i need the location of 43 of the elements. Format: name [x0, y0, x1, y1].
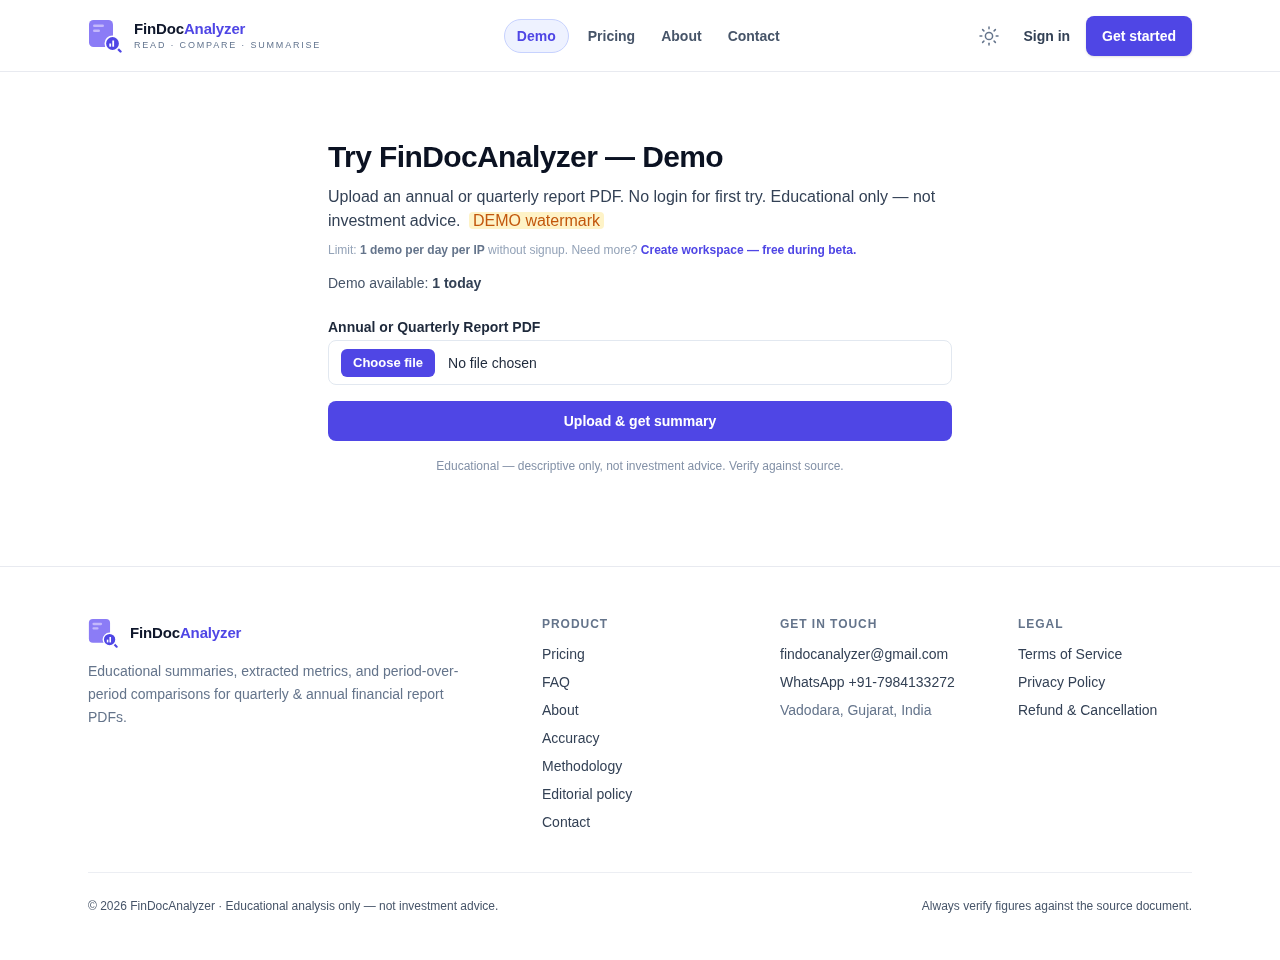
- file-status-text: No file chosen: [448, 353, 537, 373]
- brand-tagline: READ · COMPARE · SUMMARISE: [134, 39, 322, 51]
- footer-heading: PRODUCT: [542, 616, 610, 632]
- footer-description: Educational summaries, extracted metrics, and period-over-period comparisons for quarterly & annual financial report PDFs.: [88, 662, 460, 727]
- footer-address-text: Vadodara, Gujarat, India: [780, 702, 932, 718]
- nav-link[interactable]: Contact: [714, 18, 793, 53]
- disclaimer-note: Educational — descriptive only, not investment advice. Verify against source.: [436, 458, 844, 474]
- intro-paragraph: Upload an annual or quarterly report PDF. No login for first try. Educational only — not investment advice. DEMO watermark: [328, 187, 937, 231]
- logo-icon: [88, 18, 122, 53]
- footer-heading: LEGAL: [1018, 616, 1065, 632]
- sun-icon: [979, 25, 1000, 46]
- sign-in-link[interactable]: Sign in: [1019, 25, 1075, 46]
- copyright-text: © 2026 FinDocAnalyzer · Educational analysis only — not investment advice.: [88, 898, 499, 914]
- limit-note: Limit: 1 demo per day per IP without signup. Need more? Create workspace — free during beta.: [328, 242, 858, 258]
- choose-file-button[interactable]: Choose file: [341, 348, 436, 377]
- footer-link[interactable]: Privacy Policy: [1018, 674, 1106, 690]
- footer-link[interactable]: Contact: [542, 814, 591, 830]
- footer-link[interactable]: Refund & Cancellation: [1018, 702, 1158, 718]
- logo-icon: [88, 618, 118, 648]
- demo-availability: Demo available: 1 today: [328, 274, 483, 293]
- field-label: Annual or Quarterly Report PDF: [328, 318, 542, 337]
- footer-link[interactable]: Pricing: [542, 646, 585, 662]
- footer-link[interactable]: Accuracy: [542, 730, 600, 746]
- verify-note: Always verify figures against the source document.: [921, 898, 1192, 914]
- get-started-button[interactable]: Get started: [1086, 15, 1192, 56]
- create-workspace-link[interactable]: Create workspace — free during beta.: [640, 243, 857, 257]
- nav-link[interactable]: About: [648, 18, 715, 53]
- demo-badge: DEMO watermark: [468, 212, 605, 229]
- footer-heading: GET IN TOUCH: [780, 616, 879, 632]
- footer-link[interactable]: Editorial policy: [542, 786, 633, 802]
- nav-link[interactable]: Demo: [503, 18, 569, 53]
- nav-link[interactable]: Pricing: [574, 18, 649, 53]
- file-input-field[interactable]: Choose file No file chosen: [328, 340, 952, 385]
- page-title: Try FinDocAnalyzer — Demo: [328, 139, 725, 175]
- brand-name: FinDocAnalyzer: [130, 624, 242, 642]
- footer-link[interactable]: About: [542, 702, 579, 718]
- footer-link[interactable]: FAQ: [542, 674, 570, 690]
- upload-summary-button[interactable]: Upload & get summary: [328, 401, 952, 441]
- footer-link[interactable]: WhatsApp +91-7984133272: [780, 674, 955, 690]
- brand-name[interactable]: FinDocAnalyzer: [134, 20, 322, 38]
- footer-link[interactable]: Terms of Service: [1018, 646, 1123, 662]
- footer-link[interactable]: Methodology: [542, 758, 623, 774]
- footer-link[interactable]: findocanalyzer@gmail.com: [780, 646, 949, 662]
